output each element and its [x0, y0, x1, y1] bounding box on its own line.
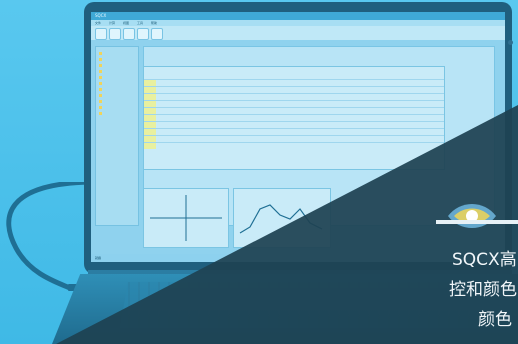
export-icon[interactable] [151, 28, 163, 40]
title-separator [436, 220, 518, 224]
tree-item[interactable] [99, 99, 103, 103]
folder-icon [99, 105, 102, 109]
tree-item[interactable] [99, 57, 103, 61]
headline-line-2: 控和颜色 [449, 280, 517, 300]
open-icon[interactable] [95, 28, 107, 40]
app-toolbar [91, 26, 505, 40]
folder-icon [99, 75, 102, 79]
tree-item[interactable] [99, 69, 103, 73]
hero-scene: SQCX 文件 计算 视图 工具 帮助 就绪 SQCX高 控和颜色 颜色 [0, 0, 518, 344]
folder-icon [99, 99, 102, 103]
folder-icon [99, 63, 102, 67]
folder-icon [99, 93, 102, 97]
tree-item[interactable] [99, 63, 103, 67]
folder-icon [99, 51, 102, 55]
tree-item[interactable] [99, 105, 103, 109]
save-icon[interactable] [109, 28, 121, 40]
folder-icon [99, 57, 102, 61]
app-title: SQCX [95, 13, 107, 18]
tree-item[interactable] [99, 51, 103, 55]
color-swatch [144, 143, 156, 149]
sidebar-tree[interactable] [95, 46, 139, 226]
tree-item[interactable] [99, 75, 103, 79]
measurement-table[interactable] [143, 66, 445, 170]
folder-icon [99, 81, 102, 85]
tree-item[interactable] [99, 93, 103, 97]
color-gamut-icon [448, 204, 496, 228]
crosshair-graphic [150, 195, 222, 241]
folder-icon [99, 69, 102, 73]
app-title-bar: SQCX [91, 12, 505, 20]
camera-dot [508, 40, 513, 45]
headline-line-1: SQCX高 [452, 250, 517, 270]
tree-item[interactable] [99, 111, 103, 115]
tree-item[interactable] [99, 87, 103, 91]
headline-line-3: 颜色 [478, 310, 512, 330]
measure-icon[interactable] [123, 28, 135, 40]
folder-icon [99, 87, 102, 91]
color-space-plot [143, 188, 229, 248]
settings-icon[interactable] [137, 28, 149, 40]
table-row[interactable] [144, 142, 444, 150]
tree-item[interactable] [99, 81, 103, 85]
status-text: 就绪 [95, 256, 102, 260]
folder-icon [99, 111, 102, 115]
